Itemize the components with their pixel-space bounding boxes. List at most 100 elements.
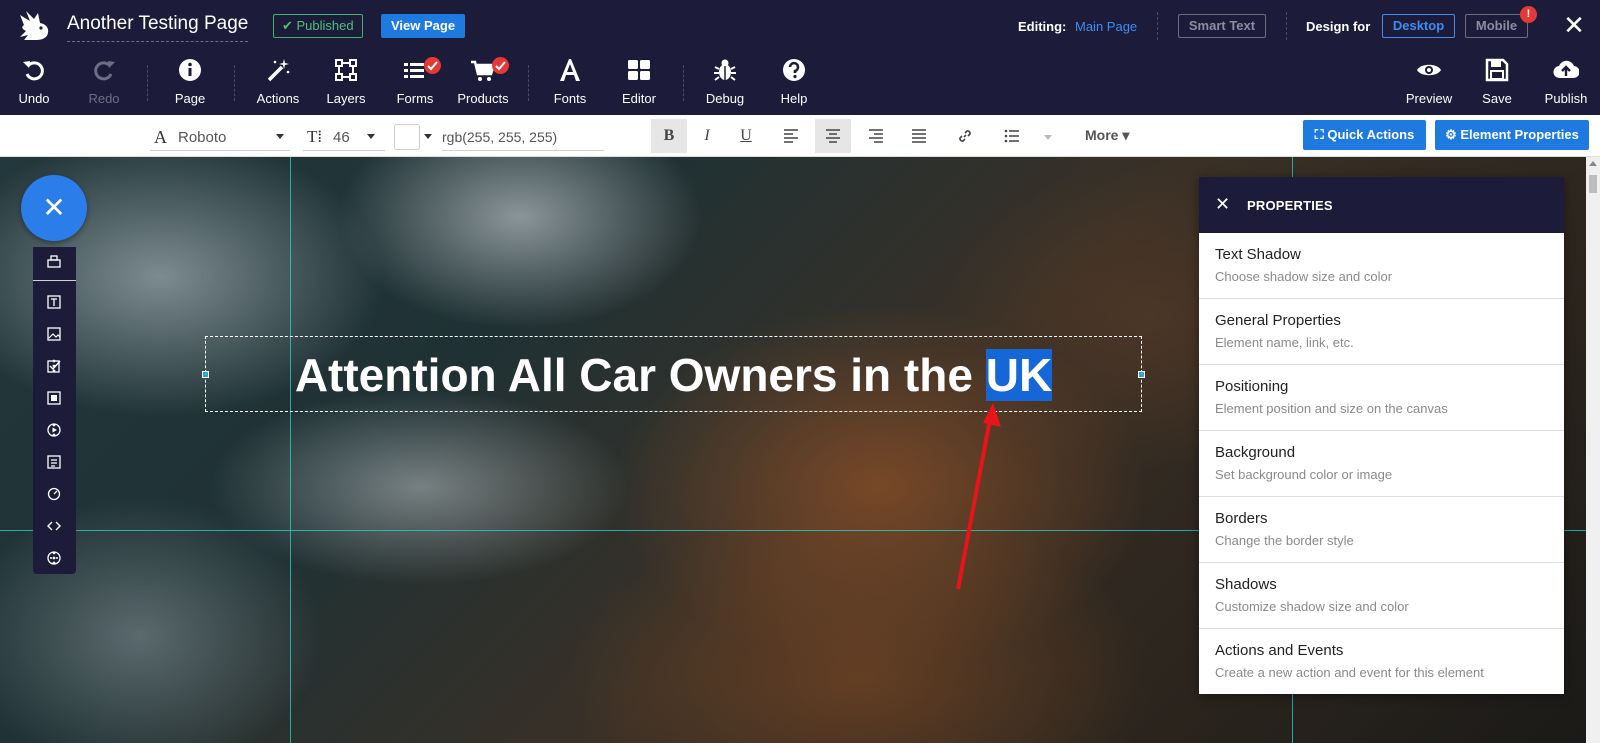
property-actions-events[interactable]: Actions and Events Create a new action a…: [1199, 629, 1564, 695]
align-center-button[interactable]: [815, 119, 851, 153]
more-options-button[interactable]: More ▾: [1085, 127, 1129, 144]
editor-canvas[interactable]: Attention All Car Owners in the UK ✕ ✕ P…: [0, 157, 1586, 743]
color-chevron-down-icon[interactable]: [424, 134, 432, 139]
view-page-button[interactable]: View Page: [381, 14, 466, 38]
rail-item-image[interactable]: [33, 319, 76, 349]
page-button[interactable]: Page: [168, 57, 212, 111]
scroll-up-arrow-icon[interactable]: [1589, 161, 1597, 166]
divider: [234, 65, 235, 101]
rail-item-more[interactable]: [33, 543, 76, 573]
desktop-mode-button[interactable]: Desktop: [1382, 14, 1455, 38]
divider: [528, 65, 529, 101]
list-button[interactable]: [994, 119, 1030, 153]
page-title[interactable]: Another Testing Page: [67, 13, 249, 42]
editor-button[interactable]: Editor: [617, 57, 661, 111]
list-chevron-down-icon[interactable]: [1044, 135, 1052, 140]
rail-item-checkbox[interactable]: [33, 351, 76, 381]
bug-icon: [714, 59, 736, 81]
property-text-shadow[interactable]: Text Shadow Choose shadow size and color: [1199, 233, 1564, 299]
properties-panel-header: ✕ PROPERTIES: [1199, 177, 1564, 233]
property-description: Set background color or image: [1215, 467, 1393, 482]
close-properties-button[interactable]: ✕: [1215, 194, 1230, 215]
editing-page-link[interactable]: Main Page: [1075, 19, 1137, 34]
products-label: Products: [457, 91, 509, 106]
box-icon: [47, 391, 61, 405]
info-icon: [179, 59, 201, 81]
text-color-input[interactable]: rgb(255, 255, 255): [442, 121, 604, 151]
undo-label: Undo: [18, 91, 50, 106]
property-background[interactable]: Background Set background color or image: [1199, 431, 1564, 497]
publish-button[interactable]: Publish: [1541, 57, 1591, 111]
rail-item-timer[interactable]: [33, 479, 76, 509]
forms-label: Forms: [396, 91, 434, 106]
layers-icon: [335, 59, 357, 81]
save-label: Save: [1482, 91, 1512, 106]
align-justify-button[interactable]: [901, 119, 937, 153]
text-size-icon: T⁞: [307, 127, 323, 146]
element-properties-button[interactable]: ⚙ Element Properties: [1435, 120, 1589, 150]
floppy-disk-icon: [1485, 58, 1509, 82]
close-elements-fab[interactable]: ✕: [21, 175, 87, 241]
products-button[interactable]: Products: [455, 57, 511, 111]
help-icon: [783, 59, 805, 81]
help-button[interactable]: Help: [772, 57, 816, 111]
smart-text-button[interactable]: Smart Text: [1178, 14, 1266, 38]
actions-label: Actions: [256, 91, 300, 106]
property-shadows[interactable]: Shadows Customize shadow size and color: [1199, 563, 1564, 629]
underline-button[interactable]: U: [728, 119, 764, 153]
property-description: Choose shadow size and color: [1215, 269, 1393, 284]
quick-actions-button[interactable]: ⛶ Quick Actions: [1303, 120, 1426, 150]
undo-button[interactable]: Undo: [12, 57, 56, 111]
canvas-scrollbar[interactable]: [1586, 157, 1600, 743]
published-badge: ✔ Published: [273, 14, 363, 38]
italic-button[interactable]: I: [689, 119, 725, 153]
fonts-button[interactable]: Fonts: [548, 57, 592, 111]
properties-panel: ✕ PROPERTIES Text Shadow Choose shadow s…: [1199, 177, 1564, 694]
text-color-swatch[interactable]: [394, 124, 420, 150]
property-title: Shadows: [1215, 576, 1277, 593]
font-icon: [560, 59, 580, 81]
rabbit-logo-icon[interactable]: [16, 9, 52, 43]
actions-button[interactable]: Actions: [253, 57, 303, 111]
link-button[interactable]: [947, 119, 983, 153]
property-description: Element position and size on the canvas: [1215, 401, 1448, 416]
align-right-icon: [869, 129, 883, 143]
rail-divider: [33, 280, 76, 281]
bold-button[interactable]: B: [651, 119, 687, 153]
mobile-mode-button[interactable]: Mobile: [1465, 14, 1528, 38]
close-editor-button[interactable]: ✕: [1562, 11, 1586, 39]
divider: [683, 65, 684, 101]
forms-button[interactable]: Forms: [393, 57, 441, 111]
align-justify-icon: [912, 129, 926, 143]
layers-label: Layers: [326, 91, 366, 106]
save-button[interactable]: Save: [1475, 57, 1519, 111]
redo-button[interactable]: Redo: [82, 57, 126, 111]
layers-button[interactable]: Layers: [324, 57, 368, 111]
align-center-icon: [826, 129, 840, 143]
debug-button[interactable]: Debug: [703, 57, 747, 111]
preview-button[interactable]: Preview: [1404, 57, 1454, 111]
rail-item-box[interactable]: [33, 383, 76, 413]
property-title: Positioning: [1215, 378, 1289, 395]
design-for-label: Design for: [1306, 19, 1371, 34]
rail-item-code[interactable]: [33, 511, 76, 541]
link-icon: [959, 130, 971, 142]
chevron-down-icon: [276, 134, 284, 139]
rail-item-text[interactable]: [33, 287, 76, 317]
form-icon: [47, 455, 61, 469]
sections-icon: [47, 255, 61, 268]
align-right-button[interactable]: [858, 119, 894, 153]
rail-item-video[interactable]: [33, 415, 76, 445]
property-borders[interactable]: Borders Change the border style: [1199, 497, 1564, 563]
property-positioning[interactable]: Positioning Element position and size on…: [1199, 365, 1564, 431]
property-general[interactable]: General Properties Element name, link, e…: [1199, 299, 1564, 365]
font-family-select[interactable]: A Roboto: [150, 121, 290, 151]
rail-item-form[interactable]: [33, 447, 76, 477]
products-check-badge: [492, 57, 509, 74]
preview-label: Preview: [1405, 91, 1453, 106]
align-left-button[interactable]: [773, 119, 809, 153]
undo-icon: [23, 61, 44, 81]
rail-item-sections[interactable]: [33, 247, 76, 277]
scrollbar-thumb[interactable]: [1589, 175, 1597, 193]
font-size-select[interactable]: T⁞ 46: [303, 121, 385, 151]
